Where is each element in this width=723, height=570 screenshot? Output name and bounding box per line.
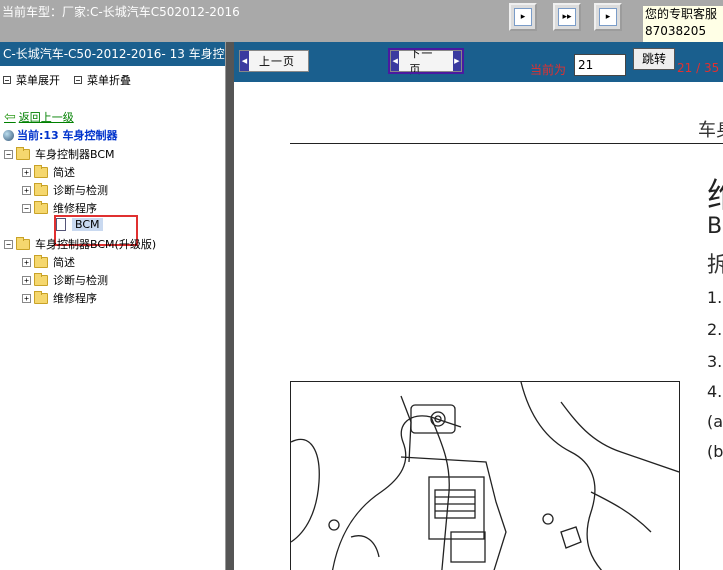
top-bar: 当前车型：厂家:C-长城汽车C502012-2016 ▸ ▸▸ ▸ 您的专职客服… <box>0 0 723 42</box>
arrow-right-icon: ▶ <box>452 51 461 71</box>
support-phone: 87038205 <box>645 24 707 38</box>
double-page-button[interactable]: ▸▸ <box>553 3 581 31</box>
tree-item-label: 诊断与检测 <box>53 274 108 287</box>
folder-icon <box>34 272 48 286</box>
step-item: 3. <box>707 352 723 371</box>
tree-item-overview-2[interactable]: + 简述 <box>22 254 75 270</box>
back-link[interactable]: ⇦ 返回上一级 <box>4 109 74 125</box>
tree-toggle-icon[interactable]: − <box>4 239 13 249</box>
expand-icon <box>3 76 11 84</box>
current-node-label: 当前:13 车身控制器 <box>17 129 118 142</box>
support-contact: 您的专职客服 87038205 <box>643 6 723 42</box>
section-title: 维 <box>707 168 723 217</box>
collapse-icon <box>74 76 82 84</box>
section-subtitle: BC <box>707 214 723 239</box>
section-subheading: 拆 <box>707 253 723 278</box>
line-drawing <box>291 382 679 570</box>
tree-item-overview[interactable]: + 简述 <box>22 164 75 180</box>
tree-toggle-icon[interactable]: − <box>4 149 13 159</box>
tree-toggle-icon[interactable]: + <box>22 185 31 195</box>
tree-item-repair-2[interactable]: + 维修程序 <box>22 290 97 306</box>
tree-item-label: 维修程序 <box>53 202 97 215</box>
next-page-button[interactable]: ◀ 下一页 ▶ <box>388 47 464 76</box>
single-page-icon: ▸ <box>514 8 532 26</box>
page-count: 21 / 35 . <box>677 61 723 75</box>
current-page-label: 当前为 <box>530 63 567 77</box>
document-heading: 车身 <box>698 120 723 141</box>
tree-item-label: 简述 <box>53 166 75 179</box>
folder-icon <box>34 200 48 214</box>
arrow-left-icon: ◀ <box>391 51 400 71</box>
car-model-label: 当前车型：厂家:C-长城汽车C502012-2016 <box>2 5 240 19</box>
menu-actions: 菜单展开 菜单折叠 <box>3 72 131 88</box>
tree-item-diagnostics[interactable]: + 诊断与检测 <box>22 182 108 198</box>
step-item: 2. <box>707 320 723 339</box>
pane-splitter[interactable] <box>226 42 234 570</box>
back-link-label: 返回上一级 <box>18 111 74 124</box>
page-number-input[interactable]: 21 <box>574 54 626 76</box>
globe-icon <box>3 129 14 141</box>
menu-collapse-button[interactable]: 菜单折叠 <box>74 72 131 88</box>
next-page-label: 下一页 <box>409 47 434 76</box>
tree-item-label: 诊断与检测 <box>53 184 108 197</box>
step-item: (a <box>707 412 723 431</box>
folder-icon <box>34 290 48 304</box>
jump-button[interactable]: 跳转 <box>633 48 675 70</box>
tree-toggle-icon[interactable]: + <box>22 275 31 285</box>
repair-illustration <box>290 381 680 570</box>
current-node: 当前:13 车身控制器 <box>3 127 118 143</box>
tree-item-diagnostics-2[interactable]: + 诊断与检测 <box>22 272 108 288</box>
tree-toggle-icon[interactable]: + <box>22 293 31 303</box>
fit-page-icon: ▸ <box>599 8 617 26</box>
document-viewer: 车身 维 BC 拆 1. 2. 3. 4. (a (b <box>234 82 723 570</box>
prev-page-button[interactable]: ◀ 上一页 <box>239 50 309 72</box>
menu-expand-label: 菜单展开 <box>16 74 60 87</box>
step-item: (b <box>707 442 723 461</box>
tree-item-repair[interactable]: − 维修程序 <box>22 200 97 216</box>
fit-page-button[interactable]: ▸ <box>594 3 622 31</box>
tree-item-label: 车身控制器BCM <box>35 148 115 161</box>
tree-toggle-icon[interactable]: + <box>22 167 31 177</box>
tree-item-label: 车身控制器BCM(升级版) <box>35 238 157 251</box>
sidebar: C-长城汽车-C50-2012-2016- 13 车身控制 菜单展开 菜单折叠 … <box>0 42 226 570</box>
tree-item-bcm[interactable]: − 车身控制器BCM <box>4 146 115 162</box>
page-navigation-bar: ◀ 上一页 ◀ 下一页 ▶ 当前为 21 跳转 21 / 35 . <box>234 42 723 82</box>
folder-icon <box>16 236 30 250</box>
folder-icon <box>16 146 30 160</box>
step-item: 1. <box>707 288 723 307</box>
folder-icon <box>34 182 48 196</box>
tree-item-label: 简述 <box>53 256 75 269</box>
tree-toggle-icon[interactable]: − <box>22 203 31 213</box>
support-title: 您的专职客服 <box>645 7 718 21</box>
arrow-left-icon: ◀ <box>240 51 249 71</box>
prev-page-label: 上一页 <box>259 55 295 68</box>
step-item: 4. <box>707 382 723 401</box>
menu-expand-button[interactable]: 菜单展开 <box>3 72 60 88</box>
double-page-icon: ▸▸ <box>558 8 576 26</box>
tree-item-label: 维修程序 <box>53 292 97 305</box>
back-arrow-icon: ⇦ <box>4 109 16 125</box>
single-page-button[interactable]: ▸ <box>509 3 537 31</box>
tree-toggle-icon[interactable]: + <box>22 257 31 267</box>
sidebar-title: C-长城汽车-C50-2012-2016- 13 车身控制 <box>0 42 225 66</box>
menu-collapse-label: 菜单折叠 <box>87 74 131 87</box>
heading-rule <box>290 143 723 144</box>
tree-item-bcm-upgrade[interactable]: − 车身控制器BCM(升级版) <box>4 236 156 252</box>
folder-icon <box>34 254 48 268</box>
folder-icon <box>34 164 48 178</box>
